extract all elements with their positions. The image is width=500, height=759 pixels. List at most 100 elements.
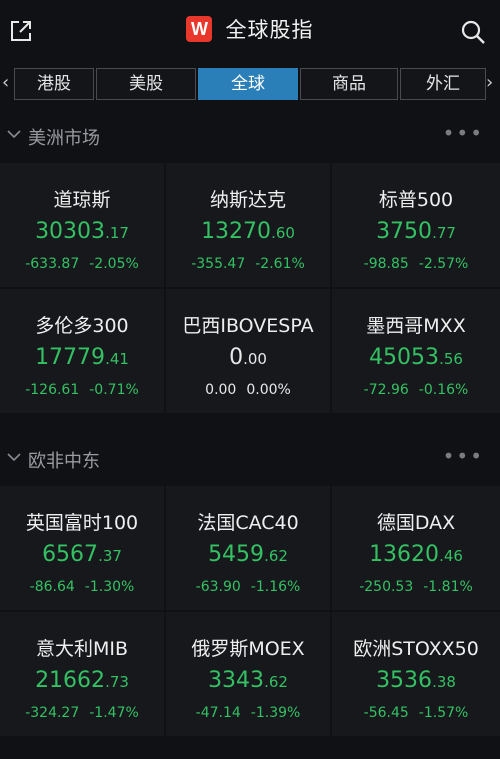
index-change: -47.14 -1.39%	[166, 705, 330, 721]
price-int: 13270	[201, 219, 272, 244]
index-name: 巴西IBOVESPA	[182, 315, 314, 337]
change-pct: -1.47%	[89, 705, 139, 721]
change-value: -47.14	[195, 705, 241, 721]
change-value: -126.61	[25, 382, 80, 398]
price-dec: .46	[439, 547, 463, 565]
index-card[interactable]: 法国CAC40 5459.62 -63.90 -1.16%	[166, 486, 330, 610]
more-icon[interactable]: •••	[443, 121, 484, 145]
index-card[interactable]: 墨西哥MXX 45053.56 -72.96 -0.16%	[332, 289, 500, 413]
change-pct: -2.05%	[89, 256, 139, 272]
index-change: -633.87 -2.05%	[0, 256, 164, 272]
price-dec: .00	[243, 350, 267, 368]
index-name: 道琼斯	[53, 189, 111, 211]
price-dec: .60	[271, 224, 295, 242]
chevron-down-icon	[7, 453, 21, 462]
change-value: -63.90	[195, 579, 241, 595]
price-dec: .73	[105, 673, 129, 691]
index-card[interactable]: 英国富时100 6567.37 -86.64 -1.30%	[0, 486, 164, 610]
section-emea-header[interactable]: 欧非中东 •••	[0, 441, 500, 481]
index-price: 0.00	[166, 345, 330, 370]
change-pct: -1.30%	[84, 579, 135, 595]
index-price: 45053.56	[332, 345, 500, 370]
index-price: 3536.38	[332, 668, 500, 693]
index-price: 21662.73	[0, 668, 164, 693]
index-price: 13270.60	[166, 219, 330, 244]
price-int: 3343	[208, 668, 265, 693]
market-tabs: ‹ 港股 美股 全球 商品 外汇 ›	[0, 68, 500, 102]
index-change: -98.85 -2.57%	[332, 256, 500, 272]
index-card[interactable]: 德国DAX 13620.46 -250.53 -1.81%	[332, 486, 500, 610]
title-wrap: W 全球股指	[0, 14, 500, 44]
tab-us[interactable]: 美股	[96, 68, 196, 100]
price-int: 6567	[42, 542, 99, 567]
tab-forex[interactable]: 外汇	[400, 68, 486, 100]
top-bar: W 全球股指	[0, 0, 500, 64]
section-americas-header[interactable]: 美洲市场 •••	[0, 118, 500, 158]
index-name: 欧洲STOXX50	[353, 638, 479, 660]
change-value: -633.87	[25, 256, 80, 272]
price-dec: .37	[98, 547, 122, 565]
price-int: 45053	[369, 345, 440, 370]
more-icon[interactable]: •••	[443, 444, 484, 468]
price-dec: .62	[264, 547, 288, 565]
price-int: 5459	[208, 542, 265, 567]
price-dec: .62	[264, 673, 288, 691]
index-name: 纳斯达克	[209, 189, 286, 211]
index-card[interactable]: 纳斯达克 13270.60 -355.47 -2.61%	[166, 163, 330, 287]
search-icon[interactable]	[460, 19, 486, 45]
price-int: 13620	[369, 542, 440, 567]
index-name: 俄罗斯MOEX	[191, 638, 305, 660]
change-pct: -0.71%	[89, 382, 139, 398]
tab-hk[interactable]: 港股	[14, 68, 94, 100]
change-value: -98.85	[363, 256, 409, 272]
change-pct: -0.16%	[418, 382, 469, 398]
index-name: 墨西哥MXX	[366, 315, 466, 337]
price-dec: .77	[432, 224, 456, 242]
index-card[interactable]: 多伦多300 17779.41 -126.61 -0.71%	[0, 289, 164, 413]
app-logo: W	[186, 16, 213, 42]
index-change: -324.27 -1.47%	[0, 705, 164, 721]
tab-commodities[interactable]: 商品	[300, 68, 398, 100]
index-card[interactable]: 标普500 3750.77 -98.85 -2.57%	[332, 163, 500, 287]
price-int: 3750	[376, 219, 433, 244]
index-card[interactable]: 巴西IBOVESPA 0.00 0.00 0.00%	[166, 289, 330, 413]
index-change: -126.61 -0.71%	[0, 382, 164, 398]
price-int: 21662	[35, 668, 106, 693]
change-pct: -1.39%	[250, 705, 301, 721]
index-card[interactable]: 俄罗斯MOEX 3343.62 -47.14 -1.39%	[166, 612, 330, 736]
index-change: -355.47 -2.61%	[166, 256, 330, 272]
price-dec: .41	[105, 350, 129, 368]
index-change: -63.90 -1.16%	[166, 579, 330, 595]
change-value: -355.47	[191, 256, 246, 272]
change-value: -56.45	[363, 705, 409, 721]
index-change: -72.96 -0.16%	[332, 382, 500, 398]
index-name: 法国CAC40	[197, 512, 299, 534]
index-price: 3343.62	[166, 668, 330, 693]
section-title: 美洲市场	[28, 128, 100, 149]
tab-global[interactable]: 全球	[198, 68, 298, 100]
price-dec: .38	[432, 673, 456, 691]
index-card[interactable]: 欧洲STOXX50 3536.38 -56.45 -1.57%	[332, 612, 500, 736]
index-change: -86.64 -1.30%	[0, 579, 164, 595]
tabs-scroll-right-icon[interactable]: ›	[486, 68, 493, 100]
price-int: 30303	[35, 219, 106, 244]
index-card[interactable]: 道琼斯 30303.17 -633.87 -2.05%	[0, 163, 164, 287]
tabs-scroll-left-icon[interactable]: ‹	[2, 68, 9, 100]
price-int: 3536	[376, 668, 433, 693]
chevron-down-icon	[7, 130, 21, 139]
index-name: 英国富时100	[25, 512, 139, 534]
section-title: 欧非中东	[28, 451, 100, 472]
index-change: -250.53 -1.81%	[332, 579, 500, 595]
index-price: 17779.41	[0, 345, 164, 370]
index-price: 13620.46	[332, 542, 500, 567]
index-name: 意大利MIB	[35, 638, 129, 660]
change-value: -324.27	[25, 705, 80, 721]
change-value: -72.96	[363, 382, 409, 398]
index-price: 5459.62	[166, 542, 330, 567]
change-value: -250.53	[359, 579, 414, 595]
index-card[interactable]: 意大利MIB 21662.73 -324.27 -1.47%	[0, 612, 164, 736]
change-pct: -2.57%	[418, 256, 469, 272]
page-title: 全球股指	[225, 18, 314, 42]
index-name: 标普500	[378, 189, 454, 211]
price-dec: .56	[439, 350, 463, 368]
